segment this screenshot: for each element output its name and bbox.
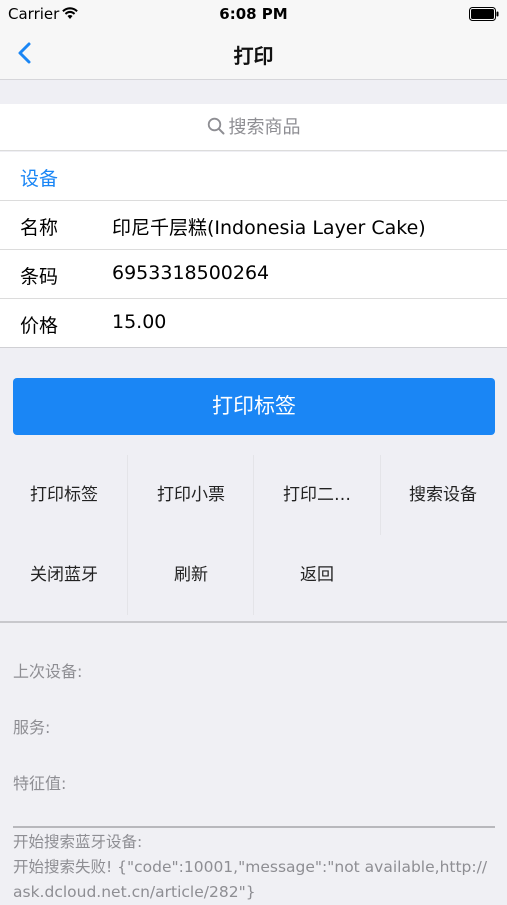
navigation-bar: 打印 [0, 28, 507, 80]
log-line: 开始搜索失败! {"code":10001,"message":"not ava… [13, 858, 488, 901]
action-print-label[interactable]: 打印标签 [1, 455, 127, 535]
price-value: 15.00 [112, 311, 167, 333]
action-grid: 打印标签 打印小票 打印二… 搜索设备 关闭蓝牙 刷新 返回 [0, 455, 507, 621]
log-output: 开始搜索蓝牙设备: 开始搜索失败! {"code":10001,"message… [13, 826, 495, 901]
barcode-value: 6953318500264 [112, 262, 270, 284]
price-label: 价格 [20, 315, 59, 337]
log-line: 开始搜索蓝牙设备: [13, 833, 143, 851]
product-name-row: 名称 印尼千层糕(Indonesia Layer Cake) [0, 201, 507, 250]
barcode-label: 条码 [20, 266, 59, 288]
barcode-row: 条码 6953318500264 [0, 250, 507, 299]
product-name-label: 名称 [20, 217, 59, 239]
product-info-list: 设备 名称 印尼千层糕(Indonesia Layer Cake) 条码 695… [0, 152, 507, 348]
status-time: 6:08 PM [219, 5, 288, 23]
action-refresh[interactable]: 刷新 [128, 535, 254, 615]
search-input[interactable]: 搜索商品 [0, 104, 507, 151]
action-close-bluetooth[interactable]: 关闭蓝牙 [1, 535, 127, 615]
search-placeholder: 搜索商品 [228, 117, 301, 138]
product-name-value: 印尼千层糕(Indonesia Layer Cake) [112, 217, 426, 239]
status-bar: Carrier 6:08 PM [0, 0, 507, 28]
bluetooth-info-section: 上次设备: 服务: 特征值: 开始搜索蓝牙设备: 开始搜索失败! {"code"… [0, 623, 507, 901]
service-label: 服务: [13, 718, 51, 737]
battery-icon [469, 7, 499, 21]
page-title: 打印 [233, 44, 274, 68]
characteristic-label: 特征值: [13, 774, 67, 793]
search-icon [207, 117, 224, 135]
print-label-button[interactable]: 打印标签 [13, 378, 495, 435]
action-search-device[interactable]: 搜索设备 [380, 455, 506, 535]
device-link[interactable]: 设备 [20, 164, 58, 191]
action-print-qrcode[interactable]: 打印二… [254, 455, 380, 535]
action-print-receipt[interactable]: 打印小票 [128, 455, 254, 535]
price-row: 价格 15.00 [0, 299, 507, 348]
action-back[interactable]: 返回 [254, 535, 380, 615]
last-device-label: 上次设备: [13, 662, 83, 681]
device-row[interactable]: 设备 [0, 152, 507, 201]
